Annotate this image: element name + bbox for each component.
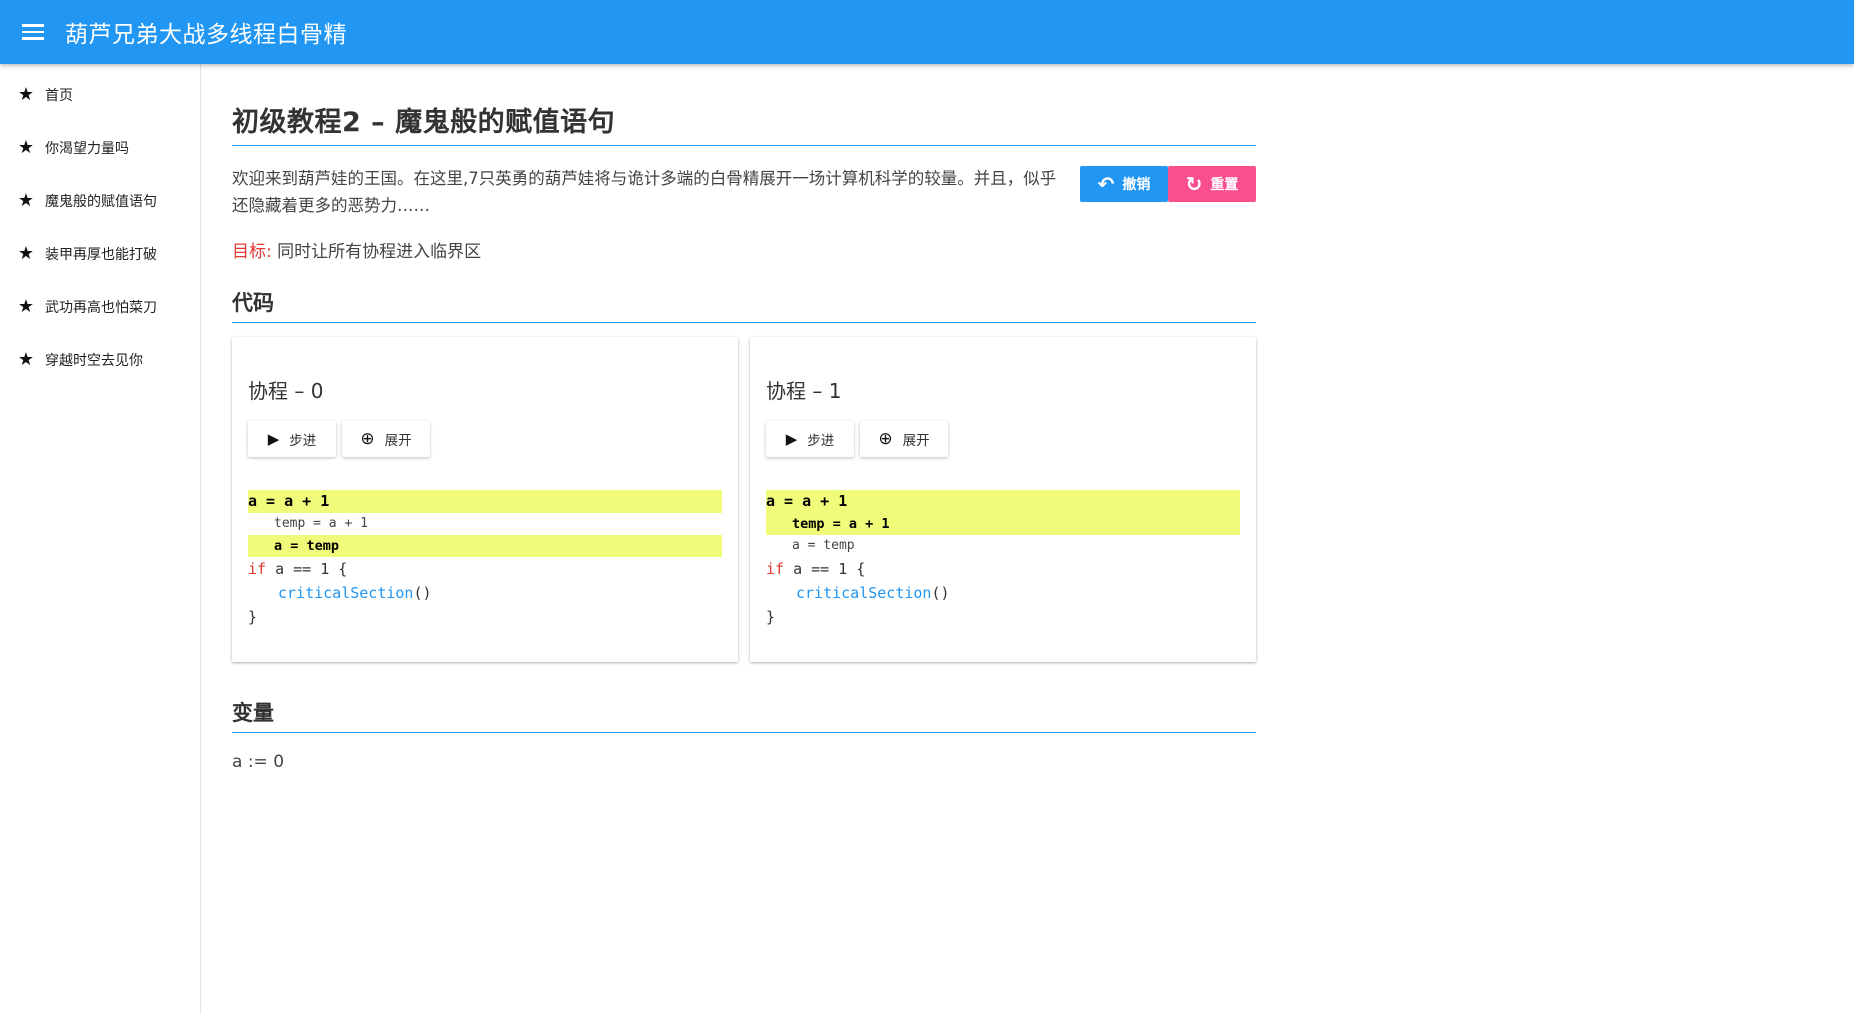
goal-text: 同时让所有协程进入临界区 — [277, 242, 482, 262]
sidebar-item-label: 装甲再厚也能打破 — [45, 246, 157, 263]
code-line: criticalSection() — [766, 581, 1240, 605]
star-icon: ★ — [17, 190, 35, 211]
code-line: if a == 1 { — [248, 557, 722, 581]
reset-label: 重置 — [1210, 177, 1239, 193]
sidebar-item-armor[interactable]: ★ 装甲再厚也能打破 — [0, 227, 200, 280]
code-line: } — [248, 608, 258, 626]
code-block: a = a + 1 temp = a + 1 a = temp if a == … — [248, 490, 722, 629]
sidebar-item-kungfu[interactable]: ★ 武功再高也怕菜刀 — [0, 280, 200, 333]
code-function: criticalSection — [796, 584, 932, 602]
star-icon: ★ — [17, 137, 35, 158]
reset-button[interactable]: ↻ 重置 — [1168, 166, 1256, 202]
sidebar-item-timetravel[interactable]: ★ 穿越时空去见你 — [0, 333, 200, 386]
expand-label: 展开 — [384, 433, 412, 449]
variables-section-title: 变量 — [232, 697, 1256, 733]
undo-label: 撤销 — [1122, 177, 1151, 193]
intro-text: 欢迎来到葫芦娃的王国。在这里,7只英勇的葫芦娃将与诡计多端的白骨精展开一场计算机… — [232, 169, 1057, 215]
zoom-in-icon: ⊕ — [360, 429, 375, 449]
sidebar-item-label: 穿越时空去见你 — [45, 352, 143, 369]
coroutine-card-1: 协程 – 1 ▶ 步进 ⊕ 展开 a = a + 1 temp = a + 1 … — [750, 337, 1256, 662]
refresh-icon: ↻ — [1185, 172, 1203, 196]
code-text: () — [931, 584, 950, 602]
star-icon: ★ — [17, 243, 35, 264]
sidebar-item-home[interactable]: ★ 首页 — [0, 68, 200, 121]
code-text: a == 1 { — [784, 560, 866, 578]
step-label: 步进 — [289, 433, 317, 449]
goal-label: 目标: — [232, 242, 272, 262]
code-function: criticalSection — [278, 584, 414, 602]
code-line: if a == 1 { — [766, 557, 1240, 581]
zoom-in-icon: ⊕ — [878, 429, 893, 449]
goal: 目标: 同时让所有协程进入临界区 — [232, 237, 1256, 262]
code-keyword: if — [248, 560, 267, 578]
code-text: () — [413, 584, 432, 602]
code-block: a = a + 1 temp = a + 1 a = temp if a == … — [766, 490, 1240, 629]
page-title: 初级教程2 – 魔鬼般的赋值语句 — [232, 64, 1256, 146]
sidebar-item-power[interactable]: ★ 你渴望力量吗 — [0, 121, 200, 174]
sidebar-item-label: 你渴望力量吗 — [45, 140, 129, 157]
code-line: temp = a + 1 — [766, 513, 1240, 535]
code-line: } — [766, 608, 776, 626]
undo-button[interactable]: ↶ 撤销 — [1080, 166, 1168, 202]
sidebar: ★ 首页 ★ 你渴望力量吗 ★ 魔鬼般的赋值语句 ★ 装甲再厚也能打破 ★ 武功… — [0, 64, 201, 1014]
expand-button[interactable]: ⊕ 展开 — [860, 421, 948, 457]
main-content: 初级教程2 – 魔鬼般的赋值语句 欢迎来到葫芦娃的王国。在这里,7只英勇的葫芦娃… — [232, 64, 1256, 772]
sidebar-item-label: 首页 — [45, 87, 73, 104]
app-title: 葫芦兄弟大战多线程白骨精 — [65, 22, 347, 48]
sidebar-item-assignment[interactable]: ★ 魔鬼般的赋值语句 — [0, 174, 200, 227]
star-icon: ★ — [17, 84, 35, 105]
code-section: 代码 协程 – 0 ▶ 步进 ⊕ 展开 a = a + 1 temp = a + — [232, 287, 1256, 662]
star-icon: ★ — [17, 349, 35, 370]
sidebar-item-label: 武功再高也怕菜刀 — [45, 299, 157, 316]
code-line: temp = a + 1 — [274, 516, 368, 531]
code-line: a = a + 1 — [248, 490, 722, 513]
undo-arrow-icon: ↶ — [1097, 172, 1115, 196]
coroutine-title: 协程 – 0 — [248, 379, 324, 403]
play-icon: ▶ — [267, 430, 280, 448]
variable-value: a := 0 — [232, 752, 285, 772]
play-icon: ▶ — [785, 430, 798, 448]
step-label: 步进 — [807, 433, 835, 449]
hamburger-menu-icon[interactable] — [18, 17, 48, 47]
code-line: a = temp — [248, 535, 722, 557]
star-icon: ★ — [17, 296, 35, 317]
variables-section: 变量 a := 0 — [232, 697, 1256, 772]
expand-label: 展开 — [902, 433, 930, 449]
code-text: a == 1 { — [266, 560, 348, 578]
code-line: a = a + 1 — [766, 490, 1240, 513]
app-bar: 葫芦兄弟大战多线程白骨精 — [0, 0, 1854, 64]
code-keyword: if — [766, 560, 785, 578]
code-line: criticalSection() — [248, 581, 722, 605]
action-button-group: ↶ 撤销 ↻ 重置 — [1080, 166, 1256, 219]
coroutine-title: 协程 – 1 — [766, 379, 842, 403]
sidebar-item-label: 魔鬼般的赋值语句 — [45, 193, 157, 210]
step-button[interactable]: ▶ 步进 — [766, 421, 854, 457]
step-button[interactable]: ▶ 步进 — [248, 421, 336, 457]
code-section-title: 代码 — [232, 287, 1256, 323]
expand-button[interactable]: ⊕ 展开 — [342, 421, 430, 457]
coroutine-card-0: 协程 – 0 ▶ 步进 ⊕ 展开 a = a + 1 temp = a + 1 … — [232, 337, 738, 662]
code-line: a = temp — [792, 538, 855, 553]
